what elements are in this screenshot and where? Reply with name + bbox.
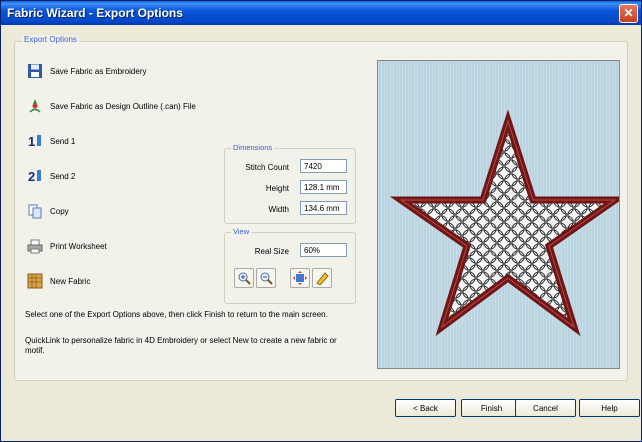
help-button[interactable]: Help xyxy=(579,399,640,417)
zoom-out-button[interactable] xyxy=(256,268,276,288)
fabric-preview[interactable] xyxy=(377,60,627,369)
printer-icon xyxy=(26,238,43,255)
view-label: View xyxy=(231,227,252,236)
zoom-out-icon xyxy=(260,272,273,285)
height-label: Height xyxy=(265,184,289,193)
fit-view-icon xyxy=(293,271,307,285)
floppy-disk-icon xyxy=(26,63,43,80)
height-field[interactable]: 128.1 mm xyxy=(300,180,347,194)
stitch-count-label: Stitch Count xyxy=(245,163,289,172)
svg-text:2: 2 xyxy=(28,169,35,184)
real-size-field[interactable]: 60% xyxy=(300,243,347,257)
title-bar[interactable]: Fabric Wizard - Export Options ✕ xyxy=(1,1,641,25)
height-row: Height 128.1 mm xyxy=(225,180,347,196)
finish-button[interactable]: Finish xyxy=(461,399,522,417)
option-label: Save Fabric as Design Outline (.can) Fil… xyxy=(50,101,196,111)
option-copy[interactable]: Copy xyxy=(26,201,69,221)
option-send-2[interactable]: 2 Send 2 xyxy=(26,166,76,186)
stitch-count-field[interactable]: 7420 xyxy=(300,159,347,173)
fit-view-button[interactable] xyxy=(290,268,310,288)
copy-icon xyxy=(26,203,43,220)
option-save-embroidery[interactable]: Save Fabric as Embroidery xyxy=(26,61,146,81)
zoom-in-button[interactable] xyxy=(234,268,254,288)
stitch-count-row: Stitch Count 7420 xyxy=(225,159,347,175)
close-icon: ✕ xyxy=(623,6,634,20)
option-save-design-outline[interactable]: Save Fabric as Design Outline (.can) Fil… xyxy=(26,96,196,116)
measure-button[interactable] xyxy=(312,268,332,288)
design-outline-icon xyxy=(26,98,43,115)
fabric-wizard-window: Fabric Wizard - Export Options ✕ Export … xyxy=(0,0,642,442)
svg-text:1: 1 xyxy=(28,134,35,149)
close-button[interactable]: ✕ xyxy=(619,4,638,23)
option-new-fabric[interactable]: New Fabric xyxy=(26,271,90,291)
real-size-label: Real Size xyxy=(254,247,289,256)
new-fabric-icon xyxy=(26,273,43,290)
width-label: Width xyxy=(268,205,289,214)
option-print-worksheet[interactable]: Print Worksheet xyxy=(26,236,107,256)
dimensions-group: Dimensions Stitch Count 7420 Height 128.… xyxy=(224,143,356,224)
send-2-icon: 2 xyxy=(26,168,43,185)
option-label: Send 1 xyxy=(50,136,76,146)
option-label: Send 2 xyxy=(50,171,76,181)
star-motif xyxy=(389,109,627,337)
width-row: Width 134.6 mm xyxy=(225,201,347,217)
dimensions-label: Dimensions xyxy=(231,143,275,152)
width-field[interactable]: 134.6 mm xyxy=(300,201,347,215)
option-label: Print Worksheet xyxy=(50,241,107,251)
cancel-button[interactable]: Cancel xyxy=(515,399,576,417)
zoom-in-icon xyxy=(238,272,251,285)
send-1-icon: 1 xyxy=(26,133,43,150)
info-text-2: QuickLink to personalize fabric in 4D Em… xyxy=(25,336,337,355)
option-label: Copy xyxy=(50,206,69,216)
export-options-group: Export Options Save Fabric as Embroidery… xyxy=(14,35,628,381)
window-title: Fabric Wizard - Export Options xyxy=(7,6,183,20)
measure-icon xyxy=(316,272,329,285)
real-size-row: Real Size 60% xyxy=(225,243,347,259)
option-label: New Fabric xyxy=(50,276,91,286)
option-label: Save Fabric as Embroidery xyxy=(50,66,147,76)
option-send-1[interactable]: 1 Send 1 xyxy=(26,131,76,151)
export-options-group-label: Export Options xyxy=(22,35,79,44)
back-button[interactable]: < Back xyxy=(395,399,456,417)
info-text-1: Select one of the Export Options above, … xyxy=(25,310,328,319)
